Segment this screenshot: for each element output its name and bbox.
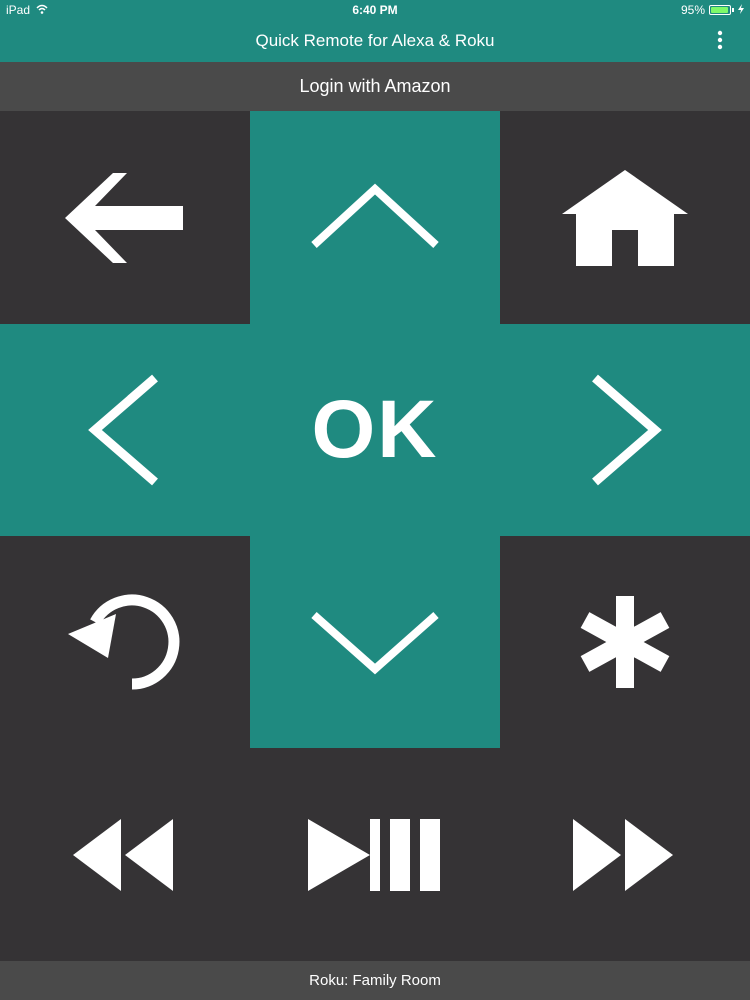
ok-button[interactable]: OK: [250, 324, 500, 536]
battery-fill: [711, 7, 729, 13]
up-button[interactable]: [250, 111, 500, 324]
replay-icon: [68, 594, 180, 690]
status-right: 95%: [681, 3, 744, 17]
down-chevron-icon: [311, 612, 439, 675]
right-button[interactable]: [500, 324, 750, 536]
more-vertical-icon[interactable]: [714, 29, 726, 53]
back-arrow-icon: [65, 172, 183, 263]
status-time: 6:40 PM: [352, 3, 398, 17]
device-footer[interactable]: Roku: Family Room: [0, 961, 750, 1000]
login-with-amazon-button[interactable]: Login with Amazon: [0, 62, 750, 111]
status-bar: iPad 6:40 PM 95%: [0, 0, 750, 20]
fast-forward-icon: [573, 818, 673, 891]
remote-pad: OK: [0, 111, 750, 961]
charging-icon: [738, 3, 744, 17]
left-chevron-icon: [88, 374, 158, 486]
left-button[interactable]: [0, 324, 250, 536]
asterisk-icon: [580, 596, 670, 688]
replay-button[interactable]: [0, 536, 250, 748]
fast-forward-button[interactable]: [500, 748, 750, 961]
nav-bar: Quick Remote for Alexa & Roku: [0, 20, 750, 62]
up-chevron-icon: [311, 183, 439, 248]
options-button[interactable]: [500, 536, 750, 748]
play-pause-button[interactable]: [250, 748, 500, 961]
back-button[interactable]: [0, 111, 250, 324]
rewind-button[interactable]: [0, 748, 250, 961]
home-icon: [562, 169, 688, 266]
battery-tip: [732, 8, 734, 12]
battery-icon: [709, 5, 731, 15]
app-title: Quick Remote for Alexa & Roku: [255, 31, 495, 50]
home-button[interactable]: [500, 111, 750, 324]
rewind-icon: [73, 818, 173, 891]
right-chevron-icon: [592, 374, 662, 486]
down-button[interactable]: [250, 536, 500, 748]
play-pause-icon: [308, 818, 440, 891]
battery-percent: 95%: [680, 3, 705, 17]
